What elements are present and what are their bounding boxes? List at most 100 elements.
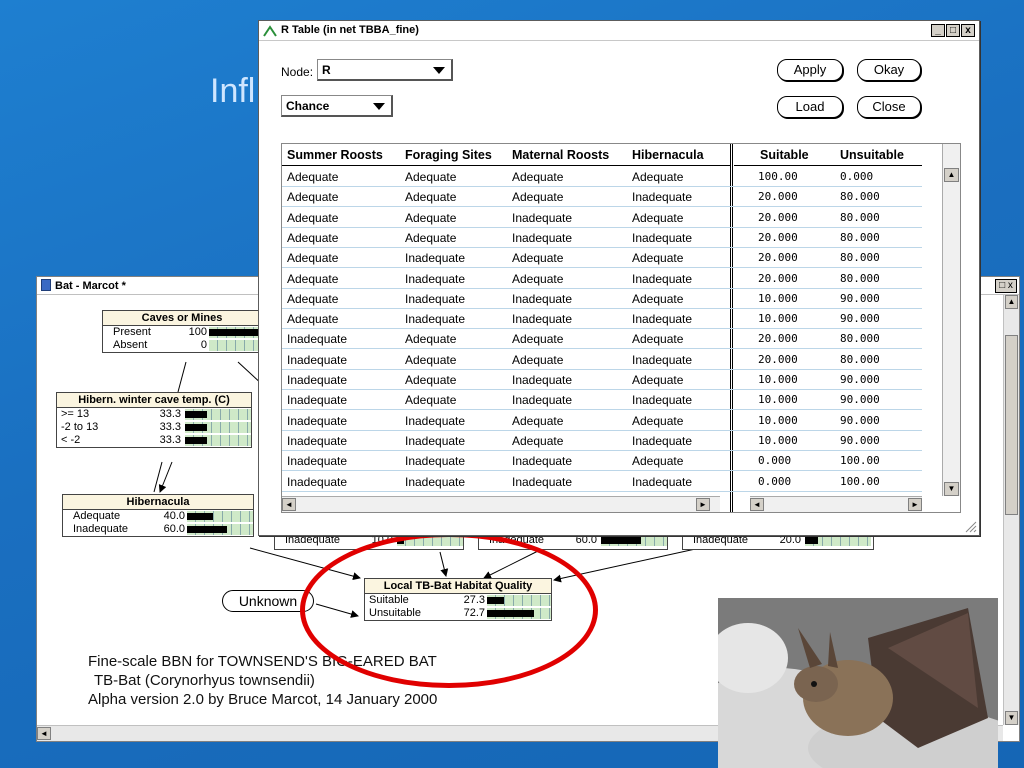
apply-button[interactable]: Apply [777,59,843,81]
scroll-left-icon[interactable]: ◄ [37,727,51,740]
parent-state-cell: Inadequate [287,433,348,448]
unsuitable-value-cell[interactable]: 80.000 [840,350,880,370]
node-caves-or-mines[interactable]: Caves or Mines Present 100 Absent 0 [102,310,263,353]
table-row[interactable]: Adequate Adequate Inadequate Inadequate 20.0… [282,228,922,248]
bat-vertical-scrollbar[interactable]: ▲ ▼ [1003,295,1019,725]
scroll-left-icon[interactable]: ◄ [282,498,296,511]
suitable-value-cell[interactable]: 20.000 [758,228,798,248]
parent-state-cell: Inadequate [632,474,693,489]
node-title: Hibern. winter cave temp. (C) [57,393,251,408]
unsuitable-value-cell[interactable]: 80.000 [840,187,880,207]
parent-state-cell: Inadequate [512,454,573,469]
unsuitable-value-cell[interactable]: 90.000 [840,431,880,451]
table-row[interactable]: Inadequate Adequate Adequate Adequate 20.000… [282,329,922,350]
table-row[interactable]: Adequate Adequate Adequate Inadequate 20.000… [282,187,922,208]
parent-state-cell: Inadequate [632,393,693,408]
close-window-button[interactable]: x [961,24,975,37]
unsuitable-value-cell[interactable]: 100.00 [840,472,880,492]
suitable-value-cell[interactable]: 10.000 [758,431,798,451]
parent-state-cell: Inadequate [512,393,573,408]
parent-state-cell: Adequate [287,271,339,286]
scroll-right-icon[interactable]: ► [908,498,922,511]
parent-state-cell: Inadequate [287,413,348,428]
suitable-value-cell[interactable]: 100.00 [758,167,798,187]
parent-state-cell: Adequate [287,251,339,266]
okay-button[interactable]: Okay [857,59,921,81]
table-row[interactable]: Adequate Adequate Adequate Adequate 100.00 0.… [282,167,922,187]
scroll-down-icon[interactable]: ▼ [944,482,959,496]
resize-grip-icon[interactable] [963,519,977,533]
suitable-value-cell[interactable]: 20.000 [758,269,798,289]
suitable-value-cell[interactable]: 10.000 [758,289,798,309]
scroll-right-icon[interactable]: ► [696,498,710,511]
table-row[interactable]: Adequate Inadequate Adequate Inadequate 20.0… [282,269,922,289]
scroll-left-icon[interactable]: ◄ [750,498,764,511]
suitable-value-cell[interactable]: 10.000 [758,390,798,410]
suitable-value-cell[interactable]: 20.000 [758,187,798,207]
unsuitable-value-cell[interactable]: 80.000 [840,269,880,289]
table-row[interactable]: Adequate Inadequate Inadequate Adequate 10.0… [282,289,922,309]
table-row[interactable]: Adequate Inadequate Adequate Adequate 20.000… [282,248,922,269]
unsuitable-value-cell[interactable]: 80.000 [840,208,880,228]
table-row[interactable]: Adequate Adequate Inadequate Adequate 20.000… [282,208,922,228]
unsuitable-value-cell[interactable]: 80.000 [840,329,880,349]
scroll-up-icon[interactable]: ▲ [944,168,959,182]
unsuitable-value-cell[interactable]: 90.000 [840,370,880,390]
minimize-button[interactable]: _ [931,24,945,37]
unsuitable-value-cell[interactable]: 80.000 [840,228,880,248]
suitable-value-cell[interactable]: 20.000 [758,248,798,268]
unsuitable-value-cell[interactable]: 100.00 [840,451,880,471]
suitable-value-cell[interactable]: 0.000 [758,472,791,492]
unsuitable-value-cell[interactable]: 90.000 [840,411,880,431]
table-row[interactable]: Inadequate Inadequate Adequate Adequate 10.0… [282,411,922,431]
scroll-thumb[interactable] [1005,335,1018,515]
maximize-button[interactable]: □ [946,24,960,37]
table-row[interactable]: Inadequate Inadequate Adequate Inadequate 10… [282,431,922,451]
parent-state-cell: Adequate [632,210,684,225]
parent-state-cell: Inadequate [632,433,693,448]
table-row[interactable]: Inadequate Adequate Adequate Inadequate 20.0… [282,350,922,370]
parent-state-cell: Adequate [405,170,457,184]
table-left-hscrollbar[interactable]: ◄ ► [282,496,720,512]
node-select[interactable]: R [317,59,453,81]
node-partial-3[interactable]: Inadequate 20.0 [682,534,874,550]
suitable-value-cell[interactable]: 10.000 [758,411,798,431]
parent-state-cell: Adequate [632,454,684,469]
table-right-hscrollbar[interactable]: ◄ ► [750,496,922,512]
unsuitable-value-cell[interactable]: 90.000 [840,390,880,410]
scroll-up-icon[interactable]: ▲ [1005,295,1018,309]
suitable-value-cell[interactable]: 10.000 [758,370,798,390]
table-row[interactable]: Inadequate Adequate Inadequate Inadequate 10… [282,390,922,411]
parent-state-cell: Adequate [512,352,564,367]
suitable-value-cell[interactable]: 20.000 [758,329,798,349]
parent-state-cell: Adequate [632,373,684,387]
state-value: 33.3 [159,421,181,433]
unsuitable-value-cell[interactable]: 90.000 [840,289,880,309]
table-row[interactable]: Inadequate Inadequate Inadequate Inadequate… [282,472,922,492]
unsuitable-value-cell[interactable]: 0.000 [840,167,873,187]
belief-bar [601,537,641,544]
net-icon [263,25,277,37]
table-row[interactable]: Inadequate Inadequate Inadequate Adequate 0.… [282,451,922,472]
type-select[interactable]: Chance [281,95,393,117]
parent-state-cell: Adequate [632,413,684,428]
close-button[interactable]: Close [857,96,921,118]
unsuitable-value-cell[interactable]: 80.000 [840,248,880,268]
parent-state-cell: Inadequate [287,454,348,469]
suitable-value-cell[interactable]: 10.000 [758,309,798,329]
scroll-down-icon[interactable]: ▼ [1005,711,1018,725]
node-hibernacula[interactable]: Hibernacula Adequate 40.0 Inadequate 60.0 [62,494,254,537]
r-table-titlebar[interactable]: R Table (in net TBBA_fine) _ □ x [259,21,979,41]
suitable-value-cell[interactable]: 20.000 [758,208,798,228]
load-button[interactable]: Load [777,96,843,118]
suitable-value-cell[interactable]: 0.000 [758,451,791,471]
unsuitable-value-cell[interactable]: 90.000 [840,309,880,329]
parent-state-cell: Inadequate [287,393,348,408]
node-hibern-winter-cave-temp[interactable]: Hibern. winter cave temp. (C) >= 13 33.3 … [56,392,252,448]
table-vertical-scrollbar[interactable]: ▲ ▼ [942,144,960,496]
suitable-value-cell[interactable]: 20.000 [758,350,798,370]
table-row[interactable]: Inadequate Adequate Inadequate Adequate 10.0… [282,370,922,390]
belief-bar-bg [209,340,263,351]
table-row[interactable]: Adequate Inadequate Inadequate Inadequate 10… [282,309,922,330]
bat-window-controls[interactable]: □ x [995,279,1017,293]
